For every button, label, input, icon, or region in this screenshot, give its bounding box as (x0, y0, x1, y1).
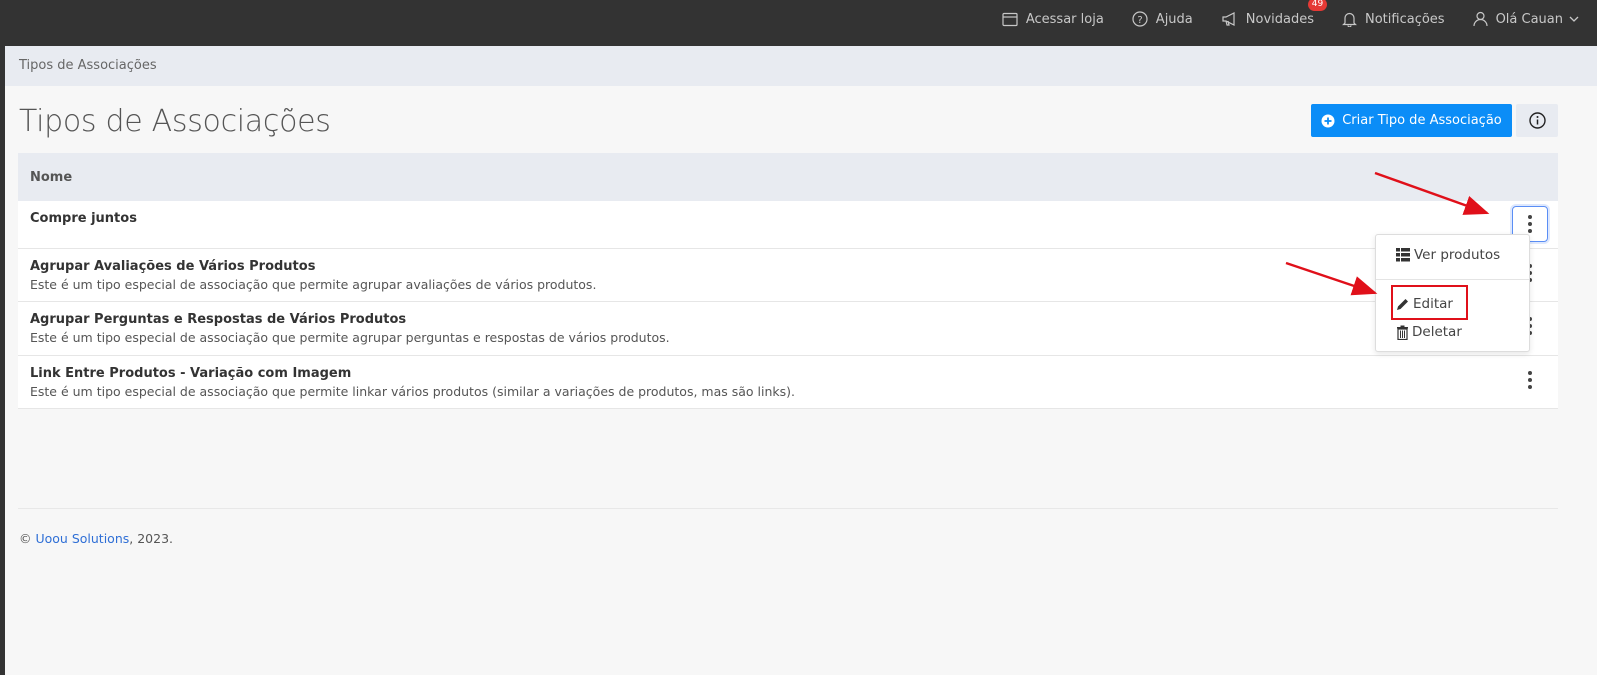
breadcrumb-item[interactable]: Tipos de Associações (19, 58, 157, 73)
copyright-symbol: © (19, 531, 32, 546)
help-link[interactable]: ? Ajuda (1132, 11, 1193, 27)
top-nav: Acessar loja ? Ajuda Novidades 49 Notifi… (974, 0, 1587, 38)
kebab-icon (1528, 214, 1532, 235)
footer-year: , 2023. (129, 531, 173, 546)
access-store-link[interactable]: Acessar loja (1002, 12, 1104, 27)
user-greeting: Olá Cauan (1495, 11, 1563, 27)
page-title: Tipos de Associações (19, 104, 331, 139)
plus-circle-icon (1321, 114, 1335, 127)
list-icon (1396, 248, 1410, 262)
news-link[interactable]: Novidades 49 (1221, 0, 1328, 27)
notifications-link[interactable]: Notificações (1342, 11, 1445, 27)
chevron-down-icon (1569, 16, 1579, 22)
news-label: Novidades (1245, 11, 1314, 27)
table-row[interactable]: Agrupar Perguntas e Respostas de Vários … (18, 302, 1558, 356)
footer: © Uoou Solutions, 2023. (19, 531, 173, 546)
delete-label: Deletar (1412, 324, 1462, 340)
info-button[interactable] (1516, 104, 1558, 137)
row-description: Este é um tipo especial de associação qu… (30, 277, 597, 292)
menu-divider (1376, 279, 1529, 280)
help-label: Ajuda (1155, 11, 1193, 27)
main-panel: Tipos de Associações Tipos de Associaçõe… (5, 46, 1597, 675)
news-count-badge: 49 (1307, 0, 1328, 11)
create-button-label: Criar Tipo de Associação (1342, 113, 1502, 128)
user-menu[interactable]: Olá Cauan (1472, 11, 1587, 27)
table-row[interactable]: Compre juntos (18, 201, 1558, 249)
row-title: Compre juntos (30, 211, 137, 226)
footer-divider (18, 508, 1558, 509)
annotation-highlight-box (1391, 285, 1468, 320)
svg-text:?: ? (1137, 15, 1142, 26)
create-association-type-button[interactable]: Criar Tipo de Associação (1311, 104, 1512, 137)
user-icon (1472, 11, 1488, 27)
table-row[interactable]: Agrupar Avaliações de Vários Produtos Es… (18, 249, 1558, 302)
help-icon: ? (1132, 11, 1148, 27)
row-title: Agrupar Perguntas e Respostas de Vários … (30, 312, 407, 327)
notifications-label: Notificações (1365, 11, 1445, 27)
delete-menu-item[interactable]: Deletar (1396, 324, 1462, 340)
row-description: Este é um tipo especial de associação qu… (30, 330, 670, 345)
row-description: Este é um tipo especial de associação qu… (30, 384, 796, 399)
row-actions-button[interactable] (1512, 362, 1548, 398)
view-products-label: Ver produtos (1414, 247, 1501, 263)
column-header-name: Nome (30, 169, 73, 185)
kebab-icon (1528, 370, 1532, 391)
row-title: Agrupar Avaliações de Vários Produtos (30, 259, 316, 274)
view-products-menu-item[interactable]: Ver produtos (1396, 247, 1500, 263)
info-icon (1528, 112, 1546, 129)
trash-icon (1397, 325, 1408, 340)
table-header: Nome (18, 153, 1558, 201)
bell-icon (1342, 12, 1357, 27)
company-link[interactable]: Uoou Solutions (35, 531, 129, 546)
row-title: Link Entre Produtos - Variação com Image… (30, 366, 352, 381)
breadcrumb: Tipos de Associações (5, 46, 1597, 86)
store-icon (1002, 12, 1018, 26)
access-store-label: Acessar loja (1025, 11, 1104, 27)
megaphone-icon (1222, 11, 1235, 26)
top-bar: Acessar loja ? Ajuda Novidades 49 Notifi… (0, 0, 1597, 46)
association-types-table: Nome Compre juntos Agrupar Avaliações de… (18, 153, 1558, 409)
table-row[interactable]: Link Entre Produtos - Variação com Image… (18, 356, 1558, 409)
